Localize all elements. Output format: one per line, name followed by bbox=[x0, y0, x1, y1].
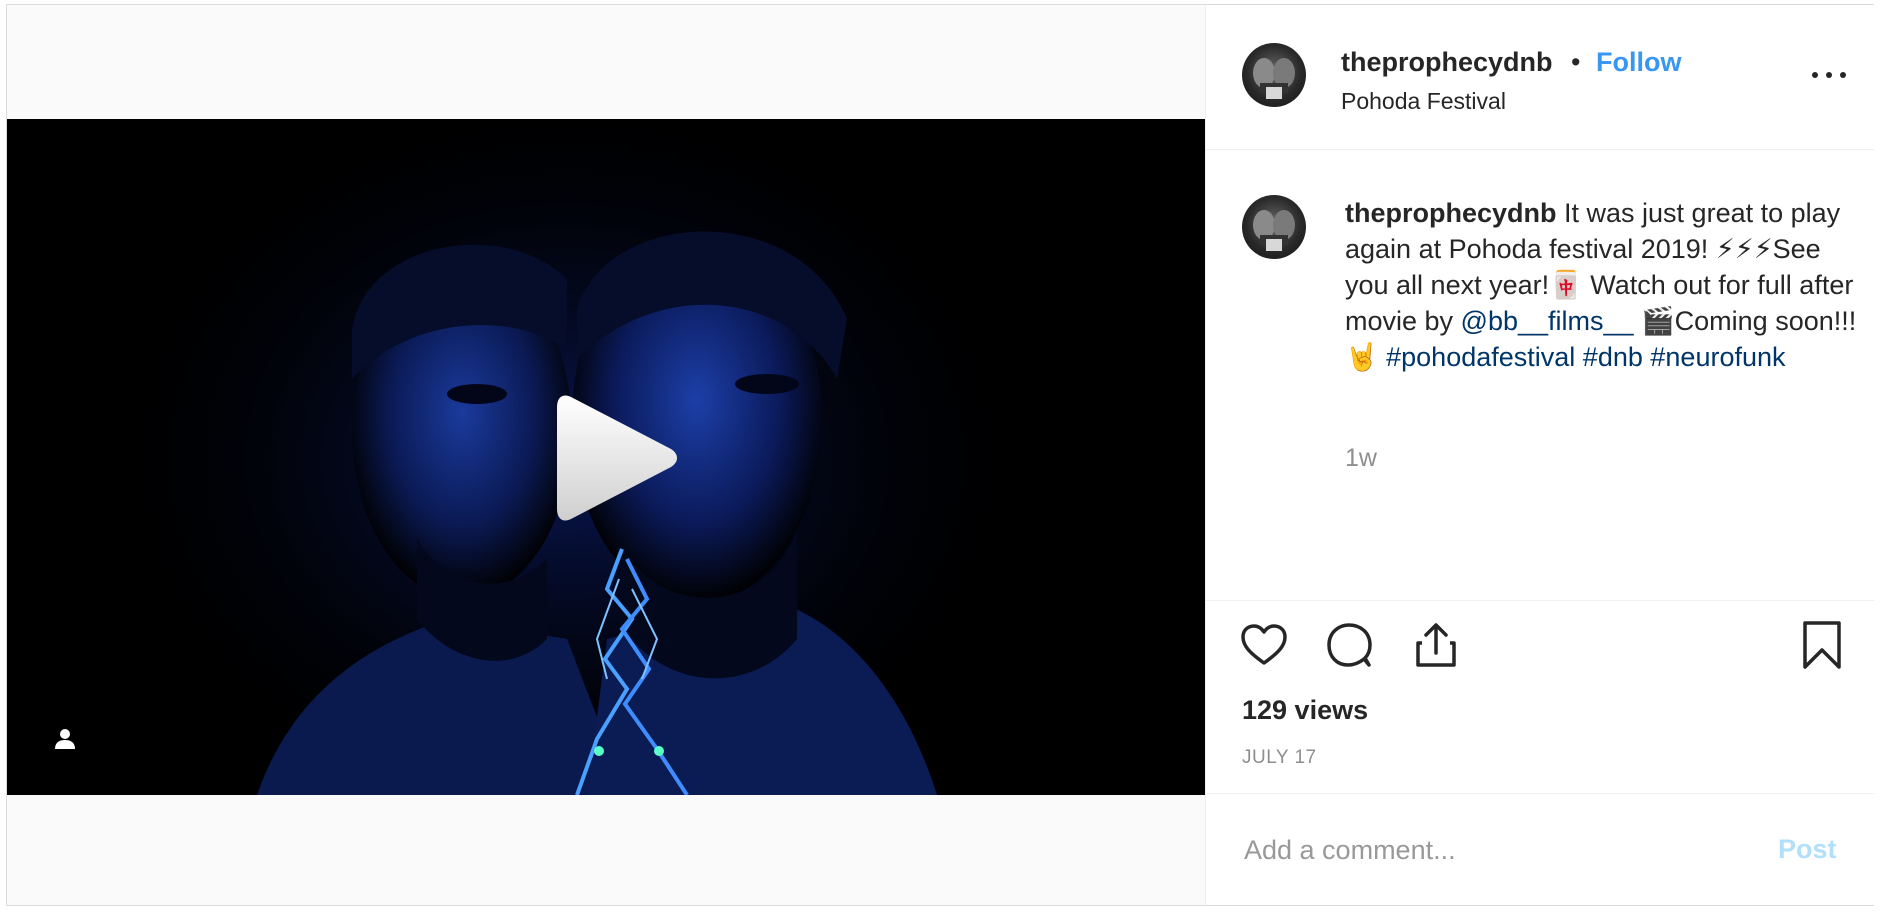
caption-text: theprophecydnb It was just great to play… bbox=[1345, 195, 1857, 375]
avatar-image bbox=[1253, 210, 1295, 251]
share-icon bbox=[1416, 623, 1456, 667]
comment-bubble-icon bbox=[1327, 623, 1372, 667]
header-username[interactable]: theprophecydnb bbox=[1341, 47, 1553, 78]
caption-timestamp[interactable]: 1w bbox=[1345, 444, 1377, 473]
follow-button[interactable]: Follow bbox=[1596, 47, 1681, 78]
caption-area: theprophecydnb It was just great to play… bbox=[1206, 150, 1874, 601]
save-button[interactable] bbox=[1796, 619, 1848, 671]
caption-avatar[interactable] bbox=[1242, 195, 1306, 259]
location-link[interactable]: Pohoda Festival bbox=[1341, 88, 1506, 115]
play-button[interactable] bbox=[553, 387, 683, 529]
video-player[interactable] bbox=[7, 119, 1205, 795]
post-dialog: theprophecydnb • Follow Pohoda Festival … bbox=[6, 4, 1874, 906]
play-icon bbox=[557, 395, 677, 521]
bookmark-icon bbox=[1803, 621, 1841, 669]
heart-icon bbox=[1241, 624, 1287, 665]
avatar-image bbox=[1253, 58, 1295, 99]
more-options-button[interactable] bbox=[1812, 65, 1846, 85]
view-count[interactable]: 129 views bbox=[1242, 695, 1368, 726]
header-separator: • bbox=[1571, 47, 1581, 77]
post-date[interactable]: JULY 17 bbox=[1242, 747, 1317, 769]
hashtag-link[interactable]: #pohodafestival bbox=[1386, 342, 1575, 372]
user-tag-button[interactable] bbox=[43, 717, 87, 761]
caption-username[interactable]: theprophecydnb bbox=[1345, 198, 1557, 228]
media-pane bbox=[7, 5, 1205, 905]
mention-link[interactable]: @bb__films__ bbox=[1461, 306, 1634, 336]
hashtag-link[interactable]: #dnb bbox=[1583, 342, 1643, 372]
hashtag-link[interactable]: #neurofunk bbox=[1650, 342, 1785, 372]
avatar[interactable] bbox=[1242, 43, 1306, 107]
comment-input[interactable] bbox=[1242, 824, 1726, 876]
user-tag-icon bbox=[55, 729, 75, 749]
more-horizontal-icon bbox=[1812, 72, 1818, 78]
action-bar bbox=[1206, 619, 1874, 679]
share-button[interactable] bbox=[1410, 619, 1462, 671]
post-comment-button[interactable]: Post bbox=[1778, 834, 1837, 865]
comment-button[interactable] bbox=[1324, 619, 1376, 671]
post-header: theprophecydnb • Follow Pohoda Festival bbox=[1206, 5, 1874, 150]
like-button[interactable] bbox=[1238, 619, 1290, 671]
comment-bar: Post bbox=[1206, 793, 1874, 906]
post-details-panel: theprophecydnb • Follow Pohoda Festival … bbox=[1205, 5, 1874, 905]
